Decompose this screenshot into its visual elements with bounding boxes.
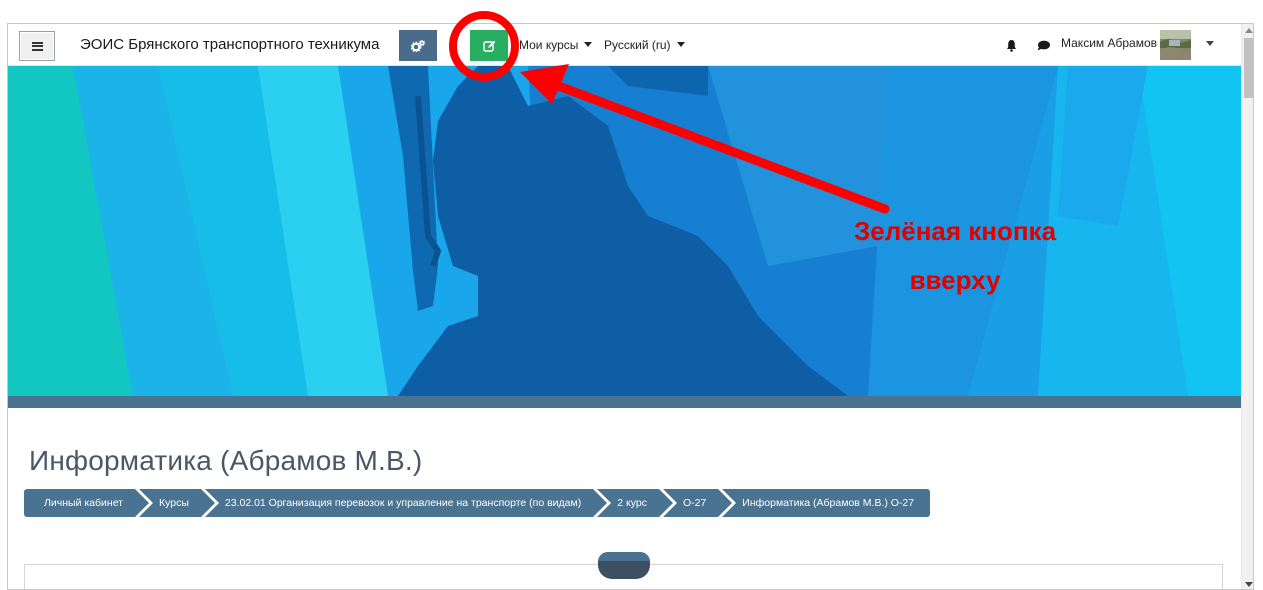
avatar[interactable] (1160, 30, 1191, 60)
page-scrollbar[interactable] (1241, 24, 1253, 589)
top-navbar: ЭОИС Брянского транспортного техникума М… (8, 24, 1241, 66)
collapse-toggle-button[interactable] (598, 552, 650, 579)
browser-viewport: ЭОИС Брянского транспортного техникума М… (7, 23, 1254, 590)
breadcrumb-item-specialty[interactable]: 23.02.01 Организация перевозок и управле… (204, 489, 612, 517)
bell-icon[interactable] (1006, 39, 1017, 52)
breadcrumb-label: 2 курс (617, 497, 647, 509)
language-menu[interactable]: Русский (ru) (604, 38, 685, 52)
language-label: Русский (ru) (604, 38, 671, 52)
breadcrumb-item-dashboard[interactable]: Личный кабинет (24, 489, 153, 517)
page-title: Информатика (Абрамов М.В.) (29, 445, 423, 476)
user-icon (450, 43, 456, 52)
chevron-down-icon (584, 42, 593, 47)
my-courses-menu[interactable]: Мои курсы (519, 38, 593, 52)
chevron-down-icon (676, 42, 685, 47)
breadcrumb-item-course[interactable]: Информатика (Абрамов М.В.) О-27 (722, 489, 931, 517)
menu-toggle-button[interactable] (19, 31, 55, 61)
my-courses-label: Мои курсы (519, 38, 579, 52)
scroll-down-arrow-icon[interactable] (1245, 582, 1253, 587)
user-icon-button[interactable] (437, 30, 470, 61)
chat-bubble-icon[interactable] (1037, 40, 1050, 51)
course-header-banner (8, 66, 1241, 396)
scroll-up-arrow-icon[interactable] (1245, 28, 1253, 33)
scrollbar-thumb[interactable] (1244, 38, 1253, 98)
breadcrumb-label: Курсы (159, 497, 189, 509)
breadcrumb-label: Информатика (Абрамов М.В.) О-27 (742, 497, 915, 509)
banner-bottom-strip (8, 396, 1241, 408)
user-menu-chevron-icon[interactable] (1206, 41, 1214, 46)
breadcrumb-label: 23.02.01 Организация перевозок и управле… (224, 497, 582, 509)
screenshot-frame: ЭОИС Брянского транспортного техникума М… (0, 0, 1263, 590)
hamburger-menu-icon (31, 41, 43, 51)
breadcrumb-label: Личный кабинет (44, 497, 123, 509)
user-name[interactable]: Максим Абрамов (1061, 36, 1157, 50)
breadcrumb: Личный кабинет Курсы 23.02.01 Организаци… (24, 489, 934, 517)
breadcrumb-label: О-27 (682, 497, 707, 509)
cogs-icon (411, 39, 425, 52)
admin-settings-button[interactable] (399, 30, 437, 61)
edit-pencil-icon (482, 40, 495, 52)
edit-mode-button[interactable] (470, 30, 508, 61)
site-name-link[interactable]: ЭОИС Брянского транспортного техникума (80, 36, 379, 53)
